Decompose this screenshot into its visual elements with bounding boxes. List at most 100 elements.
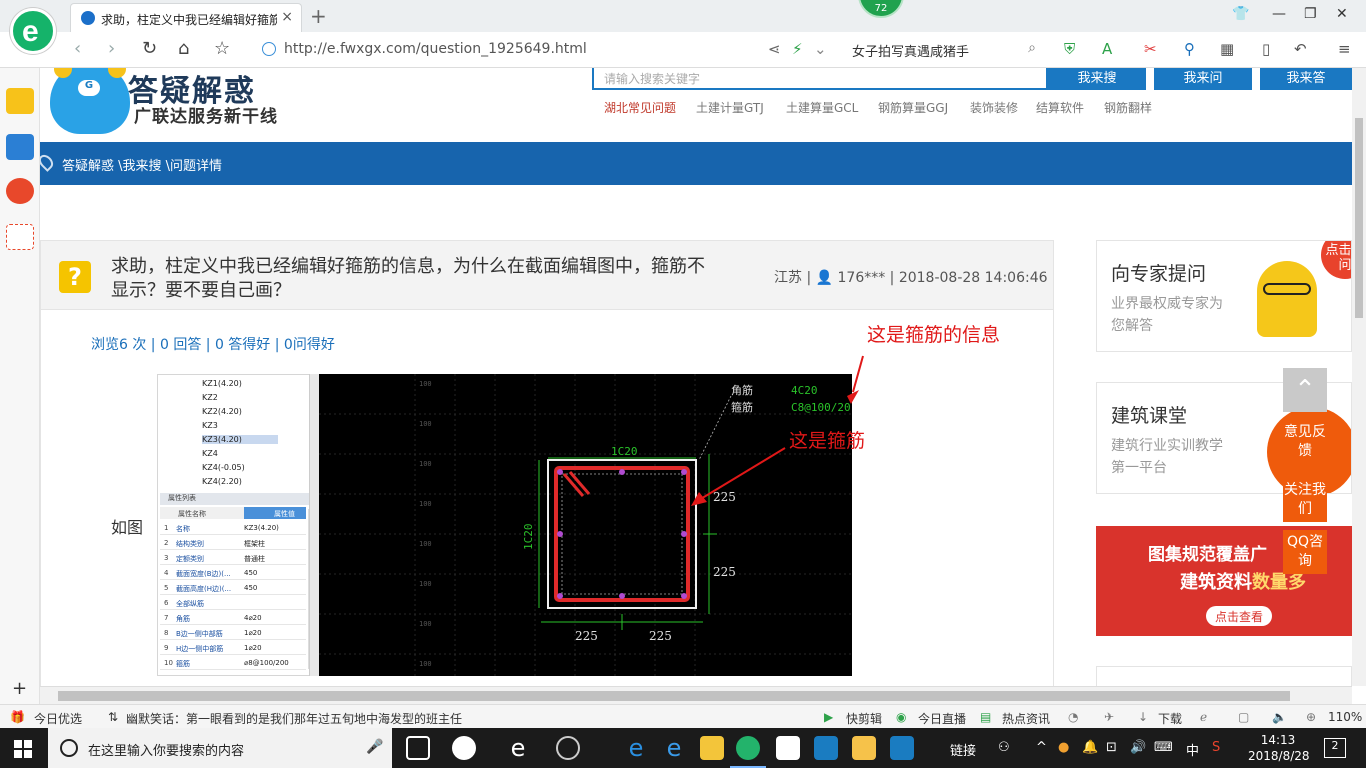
zoom-level[interactable]: 110% (1328, 710, 1362, 724)
edge-icon[interactable]: e (624, 736, 648, 760)
sound-icon[interactable]: 🔈 (1272, 710, 1287, 724)
vscroll-thumb[interactable] (1355, 118, 1363, 318)
notification-bell-icon[interactable]: 🔔 (1082, 740, 1098, 755)
ask-expert-card[interactable]: 向专家提问 业界最权威专家为您解答 点击提问 (1096, 240, 1352, 352)
horizontal-scrollbar[interactable] (40, 686, 1352, 704)
hot-link[interactable]: 热点资讯 (1002, 710, 1050, 727)
tray-up-icon[interactable]: ^ (1036, 740, 1047, 755)
news-ticker[interactable]: 幽默笑话：第一眼看到的是我们那年过五旬地中海发型的班主任 (126, 710, 462, 727)
menu-icon[interactable]: ≡ (1338, 40, 1351, 58)
g-app-icon[interactable] (814, 736, 838, 760)
translate-icon[interactable]: A (1102, 40, 1112, 58)
hotlink-rebar[interactable]: 钢筋翻样 (1104, 99, 1152, 116)
new-tab-button[interactable]: + (310, 4, 327, 28)
undo-icon[interactable]: ↶ (1294, 40, 1307, 58)
shirt-icon[interactable]: 👕 (1232, 6, 1249, 22)
speed-icon[interactable]: ◔ (1068, 710, 1078, 724)
weibo-icon[interactable] (6, 178, 34, 204)
email-icon[interactable] (6, 224, 34, 250)
task-view-icon[interactable] (406, 736, 430, 760)
vertical-scrollbar[interactable] (1352, 68, 1366, 686)
notification-badge[interactable]: 72 (858, 0, 904, 18)
home-icon[interactable]: ⌂ (178, 38, 189, 59)
hotlink-decoration[interactable]: 装饰装修 (970, 99, 1018, 116)
ask-button[interactable]: 我来问 (1154, 68, 1252, 90)
ie-app-icon[interactable]: e (506, 736, 530, 760)
browser-tab[interactable]: 求助，柱定义中我已经编辑好箍筋 × (70, 3, 302, 32)
close-tab-button[interactable]: × (281, 9, 293, 25)
pin-icon[interactable]: ✈ (1104, 710, 1114, 724)
browser-app-icon[interactable] (736, 736, 760, 760)
tray-app-icon[interactable]: ● (1058, 740, 1069, 755)
ie-icon-2[interactable]: e (662, 736, 686, 760)
back-icon[interactable]: ‹ (74, 38, 81, 59)
network-icon[interactable]: ⊡ (1106, 740, 1117, 755)
share-icon[interactable]: ⋖ (768, 40, 781, 58)
live-link[interactable]: 今日直播 (918, 710, 966, 727)
spiral-app-icon[interactable] (556, 736, 580, 760)
qq-button[interactable]: QQ咨询 (1283, 530, 1327, 574)
action-center-icon[interactable]: 2 (1324, 738, 1346, 758)
logo-g: G (78, 80, 100, 96)
ime-indicator[interactable]: 中 (1186, 740, 1199, 759)
refresh-icon[interactable]: ↻ (142, 38, 157, 59)
apps-icon[interactable]: ▦ (1220, 40, 1234, 58)
windows-start-icon[interactable] (14, 740, 32, 758)
keyboard-icon[interactable]: ⌨ (1154, 740, 1173, 755)
scissors-icon[interactable]: ✂ (1144, 40, 1157, 58)
lightning-icon[interactable]: ⚡ (792, 40, 803, 58)
favorites-star-icon[interactable] (6, 88, 34, 114)
mail-icon[interactable] (776, 736, 800, 760)
reading-list-icon[interactable] (6, 134, 34, 160)
question-stats[interactable]: 浏览6 次 | 0 回答 | 0 答得好 | 0问得好 (91, 334, 335, 354)
breadcrumb-text[interactable]: 答疑解惑 \我来搜 \问题详情 (62, 155, 222, 174)
restore-button[interactable]: ❐ (1304, 6, 1317, 22)
hotlink-gcl[interactable]: 土建算量GCL (786, 99, 858, 116)
minimize-button[interactable]: — (1272, 6, 1286, 22)
clock[interactable]: 14:13 2018/8/28 (1248, 732, 1310, 764)
plus-app-icon[interactable] (890, 736, 914, 760)
follow-button[interactable]: 关注我们 (1283, 478, 1327, 522)
ask-now-tag[interactable]: 点击提问 (1321, 241, 1351, 279)
taskbar-search-input[interactable]: 在这里输入你要搜索的内容 🎤 (48, 728, 392, 768)
hotlink-settlement[interactable]: 结算软件 (1036, 99, 1084, 116)
kuaijian-link[interactable]: 快剪辑 (846, 710, 882, 727)
banner-button[interactable]: 点击查看 (1206, 606, 1272, 626)
today-picks[interactable]: 今日优选 (34, 710, 82, 727)
news-icon: ⇅ (108, 710, 119, 724)
folder-icon[interactable] (700, 736, 724, 760)
ie-icon[interactable]: ℯ (1200, 710, 1207, 724)
answer-button[interactable]: 我来答 (1260, 68, 1352, 90)
hotlink-ggj[interactable]: 钢筋算量GGJ (878, 99, 948, 116)
star-icon[interactable]: ☆ (214, 38, 230, 59)
forward-icon[interactable]: › (108, 38, 115, 59)
search-button[interactable]: 我来搜 (1048, 68, 1146, 90)
browser-logo-icon[interactable]: e (10, 8, 56, 54)
browser-search-input[interactable]: 女子拍写真遇咸猪手 ⌕ (844, 38, 1044, 62)
download-link[interactable]: 下载 (1158, 710, 1182, 727)
hotlink-hubei[interactable]: 湖北常见问题 (604, 99, 676, 116)
sogou-icon[interactable]: S (1212, 740, 1220, 755)
fan-app-icon[interactable] (452, 736, 476, 760)
microphone-icon[interactable]: 🎤 (366, 739, 383, 755)
close-window-button[interactable]: ✕ (1336, 6, 1348, 22)
hotlink-gtj[interactable]: 土建计量GTJ (696, 99, 764, 116)
chevron-down-icon[interactable]: ⌄ (814, 40, 827, 58)
back-to-top-button[interactable]: ⌃ (1283, 368, 1327, 412)
people-icon[interactable]: ⚇ (998, 740, 1010, 755)
shield-icon[interactable]: ⛨ (1064, 40, 1075, 58)
window-icon[interactable]: ▢ (1238, 710, 1249, 724)
magnifier-icon[interactable]: ⚲ (1184, 40, 1195, 58)
feedback-button[interactable]: 意见反馈 (1283, 420, 1327, 464)
phone-icon[interactable]: ▯ (1262, 40, 1270, 58)
hscroll-thumb[interactable] (58, 691, 1290, 701)
site-search-input[interactable]: 请输入搜索关键字 (592, 68, 1048, 90)
search-icon[interactable]: ⌕ (1028, 40, 1036, 56)
volume-icon[interactable]: 🔊 (1130, 740, 1146, 755)
site-mascot-logo[interactable]: G (50, 68, 130, 134)
links-toolbar[interactable]: 链接 (950, 740, 976, 759)
add-sidebar-icon[interactable]: + (12, 678, 27, 699)
notes-app-icon[interactable] (852, 736, 876, 760)
url-field[interactable]: http://e.fwxgx.com/question_1925649.html (262, 39, 842, 61)
gift-icon[interactable]: 🎁 (10, 710, 25, 724)
